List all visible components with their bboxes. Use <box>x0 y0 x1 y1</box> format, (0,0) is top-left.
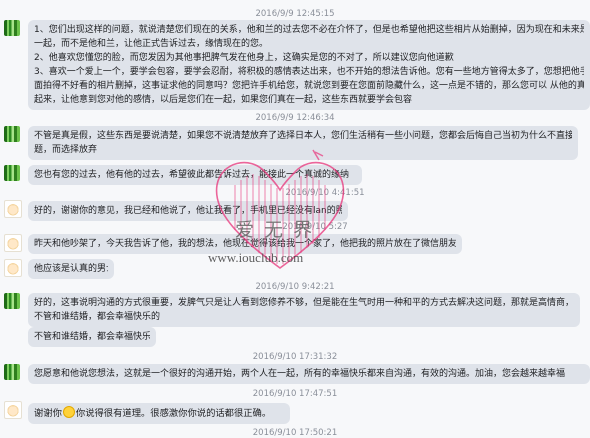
contact-avatar[interactable] <box>4 165 20 181</box>
message-line: 题，而选择放弃 <box>34 145 98 155</box>
message-line: 您愿意和他说您想法，这就是一个很好的沟通开始，两个人在一起，所有的幸福快乐都来自… <box>34 369 566 379</box>
contact-avatar[interactable] <box>4 234 22 252</box>
watermark-url: www.iouclub.com <box>208 250 304 265</box>
timestamp: 2016/9/9 12:46:34 <box>255 113 335 123</box>
message-line: 谢谢你 你说得很有道理。很感激你你说的话都很正确。 <box>34 406 284 421</box>
message-bubble[interactable]: 他应该是认真的男士。 <box>28 259 114 279</box>
message-line: 起来，让他意到您对他的感情，以后是您们在一起，如果您们真在一起，这些东西就要学会… <box>34 95 413 105</box>
message-line: 他应该是认真的男士。 <box>34 264 108 274</box>
timestamp: 2016/9/9 12:45:15 <box>255 9 335 19</box>
contact-avatar[interactable] <box>4 293 20 309</box>
message-text: 谢谢你 <box>34 408 62 419</box>
message-line: 不管和谁结婚，都会幸福快乐的 <box>34 312 161 322</box>
message-bubble[interactable]: 您也有您的过去，他有他的过去，希望彼此都告诉过去，能接此一个真诚的缘纳 <box>28 165 362 185</box>
timestamp: 2016/9/10 17:31:32 <box>252 352 338 362</box>
message-bubble[interactable]: 不管是真是假，这些东西是要说清楚，如果您不说清楚放弃了选择日本人，您们生活稍有一… <box>28 126 578 160</box>
watermark-brand: 爱 无 界 <box>235 219 315 241</box>
message-line: 不管是真是假，这些东西是要说清楚，如果您不说清楚放弃了选择日本人，您们生活稍有一… <box>34 131 572 141</box>
message-line: 您也有您的过去，他有他的过去，希望彼此都告诉过去，能接此一个真诚的缘纳 <box>34 170 350 180</box>
message-bubble[interactable]: 1、您们出现这样的问题，就说清楚您们现在的关系，他和兰的过去您不必在介怀了，但是… <box>28 20 590 110</box>
contact-avatar[interactable] <box>4 364 20 380</box>
message-line: 不管和谁结婚，都会幸福快乐的 <box>34 332 150 342</box>
message-bubble[interactable]: 不管和谁结婚，都会幸福快乐的 <box>28 327 156 347</box>
message-bubble[interactable]: 您愿意和他说您想法，这就是一个很好的沟通开始，两个人在一起，所有的幸福快乐都来自… <box>28 364 590 384</box>
message-bubble[interactable]: 谢谢你 你说得很有道理。很感激你你说的话都很正确。 <box>28 403 290 424</box>
contact-avatar[interactable] <box>4 126 20 142</box>
contact-avatar[interactable] <box>4 200 22 218</box>
message-text: 你说得很有道理。很感激你你说的话都很正确。 <box>75 408 272 419</box>
timestamp: 2016/9/10 9:42:21 <box>255 282 335 292</box>
contact-avatar[interactable] <box>4 259 22 277</box>
timestamp: 2016/9/10 17:50:21 <box>252 428 338 438</box>
contact-avatar[interactable] <box>4 20 20 36</box>
message-line: 3、喜欢一个爱上一个，要学会包容，要学会忍耐，将积极的感情表达出来，也不开始的想… <box>34 67 584 77</box>
timestamp: 2016/9/10 17:47:51 <box>252 389 338 399</box>
message-line: 面拍得不好看的相片删掉，这事证求他的同意吗？您把许手机给您，就说您到要在您面前隐… <box>34 81 584 91</box>
timestamp: 2016/9/10 4:41:51 <box>285 188 365 198</box>
smile-emoji-icon <box>62 406 75 418</box>
message-line: 1、您们出现这样的问题，就说清楚您们现在的关系，他和兰的过去您不必在介怀了，但是… <box>34 25 584 35</box>
message-bubble[interactable]: 好的，这事说明沟通的方式很重要，发脾气只是让人看到您修养不够，但是能在生气时用一… <box>28 293 580 327</box>
message-line: 一起，而不是他和兰，让他正式告诉过去，缘情现在的您。 <box>34 39 269 49</box>
message-line: 2、他喜欢您懂您的脸，而您发因为其他事把脾气发在他身上，这确实是您的不对了，所以… <box>34 53 454 63</box>
message-line: 好的，这事说明沟通的方式很重要，发脾气只是让人看到您修养不够，但是能在生气时用一… <box>34 298 574 308</box>
contact-avatar[interactable] <box>4 401 22 419</box>
